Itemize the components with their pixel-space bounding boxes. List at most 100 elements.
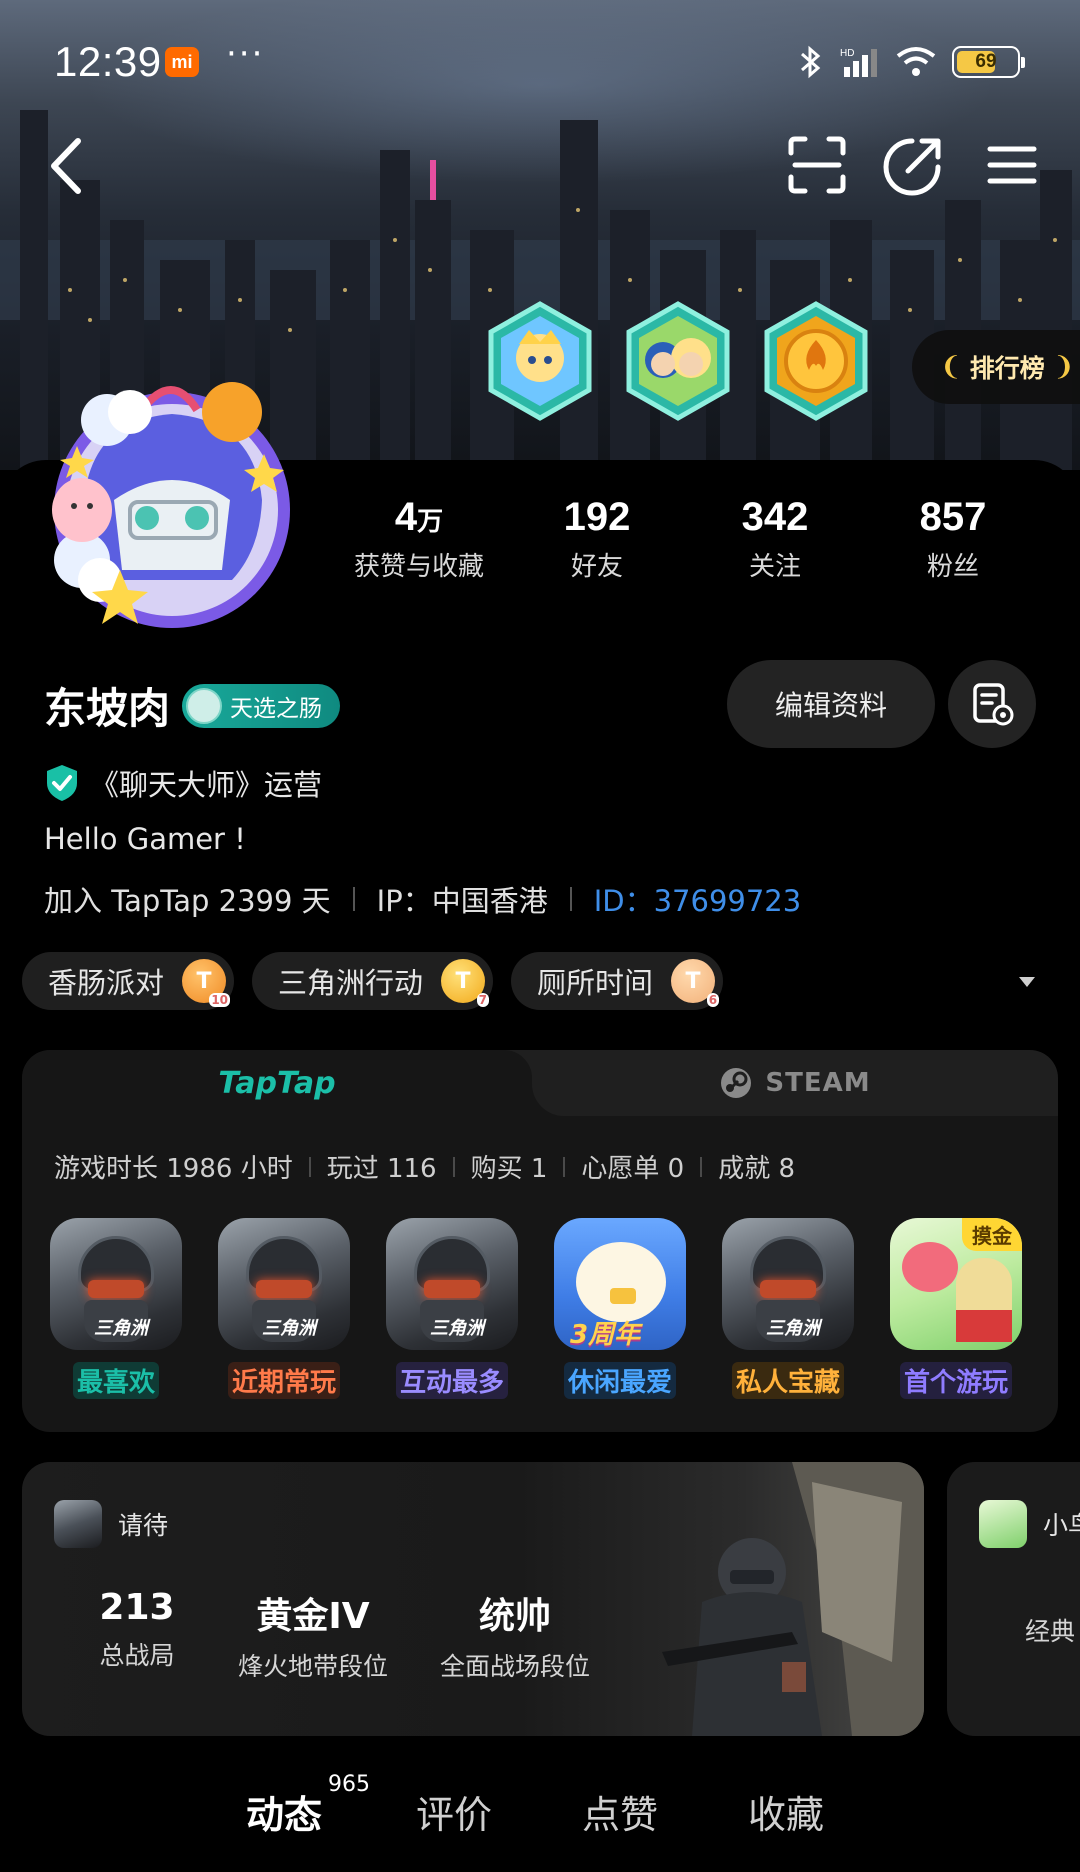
stat-likes[interactable]: 4万 获赞与收藏 [330, 495, 508, 583]
summary-wishlist[interactable]: 心愿单 0 [581, 1148, 684, 1185]
game-icon [54, 1500, 102, 1548]
game-stats-items: 213 总战局 黄金IV 烽火地带段位 统帅 全面战场段位 [62, 1587, 616, 1683]
game-stat: 213 总战局 [62, 1587, 212, 1683]
username: 东坡肉 [44, 684, 171, 733]
game-icon-logo: 三角洲 [430, 1318, 484, 1339]
verified-row: 《聊天大师》运营 [44, 762, 322, 804]
level-medal-icon: T7 [441, 959, 490, 1007]
tab-steam[interactable]: STEAM [492, 1050, 1058, 1116]
user-id[interactable]: ID：37699723 [594, 878, 802, 920]
game-icon-logo: 三角洲 [94, 1318, 148, 1339]
stat-following[interactable]: 342 关注 [686, 495, 864, 583]
carrier-badge: mi [165, 47, 199, 77]
profile-settings-button[interactable] [948, 660, 1036, 748]
laurel-right-icon: ❩ [1052, 352, 1075, 382]
stat-friends-label: 好友 [570, 552, 623, 582]
game-tag-label: 香肠派对 [48, 966, 165, 1000]
game-tag-label: 三角洲行动 [278, 966, 424, 1000]
summary-purchased[interactable]: 购买 1 [471, 1148, 548, 1185]
stat-followers[interactable]: 857 粉丝 [864, 495, 1042, 583]
avatar[interactable] [22, 350, 322, 640]
meta-row: 加入 TapTap 2399 天 IP：中国香港 ID：37699723 [44, 878, 801, 920]
divider [563, 1156, 566, 1177]
tab-posts[interactable]: 动态 965 [246, 1772, 370, 1843]
tab-reviews[interactable]: 评价 [416, 1784, 492, 1839]
stat-friends-value: 192 [563, 495, 631, 539]
game-stats-card[interactable]: 请待 213 总战局 黄金IV 烽火地带段位 统帅 全面战场段位 [22, 1462, 924, 1736]
ranking-label: 排行榜 [969, 354, 1045, 383]
featured-game-label: 休闲最爱 [563, 1362, 676, 1399]
play-summary: 游戏时长 1986 小时 玩过 116 购买 1 心愿单 0 成就 8 [54, 1148, 795, 1185]
status-bar: 12:39 mi ··· HD 69 [0, 0, 1080, 120]
tab-likes[interactable]: 点赞 [582, 1784, 658, 1839]
summary-achievements[interactable]: 成就 8 [718, 1148, 795, 1185]
divider [452, 1156, 455, 1177]
badge-duo-icon[interactable] [623, 300, 733, 422]
badge-anniversary-icon[interactable] [485, 300, 595, 422]
stat-followers-value: 857 [919, 495, 987, 539]
game-icon-text: 3周年 [570, 1320, 641, 1350]
platform-tabs: TapTap STEAM [22, 1050, 1058, 1116]
game-icon: 3周年 [554, 1218, 686, 1350]
game-icon: 摸金 [890, 1218, 1022, 1350]
featured-game[interactable]: 三角洲 最喜欢 [50, 1218, 182, 1399]
stat-likes-unit: 万 [417, 506, 444, 536]
game-icon [979, 1500, 1027, 1548]
featured-game[interactable]: 三角洲 近期常玩 [218, 1218, 350, 1399]
featured-game[interactable]: 摸金 首个游玩 [890, 1218, 1022, 1399]
soldier-artwork [662, 1462, 924, 1736]
divider [569, 887, 572, 911]
game-tag[interactable]: 厕所时间 T6 [511, 952, 724, 1010]
chevron-left-icon[interactable] [38, 131, 98, 201]
title-tag-label: 天选之肠 [230, 695, 323, 722]
game-icon: 三角洲 [386, 1218, 518, 1350]
expand-tags-icon[interactable] [1017, 975, 1037, 989]
game-stat-value: 213 [99, 1587, 175, 1628]
ranking-button[interactable]: ❨ 排行榜 ❩ [912, 330, 1080, 404]
share-icon[interactable] [882, 133, 946, 197]
featured-games: 三角洲 最喜欢 三角洲 近期常玩 三角洲 互动最多 3周年 休闲最爱 三角洲 私… [50, 1218, 1022, 1399]
stat-following-value: 342 [741, 495, 809, 539]
verified-shield-icon [47, 765, 77, 801]
game-tags: 香肠派对 T 10 三角洲行动 T7 厕所时间 T6 [22, 952, 724, 1010]
summary-playtime[interactable]: 游戏时长 1986 小时 [54, 1148, 293, 1185]
tab-posts-count: 965 [328, 1772, 371, 1797]
game-stat-label: 经典 [1025, 1617, 1076, 1646]
featured-game[interactable]: 三角洲 私人宝藏 [722, 1218, 854, 1399]
featured-game-label: 首个游玩 [899, 1362, 1012, 1399]
featured-game[interactable]: 3周年 休闲最爱 [554, 1218, 686, 1399]
summary-played[interactable]: 玩过 116 [327, 1148, 437, 1185]
edit-profile-button[interactable]: 编辑资料 [727, 660, 935, 748]
signal-icon: HD [840, 48, 877, 77]
game-icon: 三角洲 [50, 1218, 182, 1350]
game-stat-label: 全面战场段位 [439, 1652, 590, 1681]
tab-steam-label: STEAM [765, 1068, 871, 1098]
stat-friends[interactable]: 192 好友 [508, 495, 686, 583]
tab-favorites[interactable]: 收藏 [748, 1784, 824, 1839]
tab-taptap[interactable]: TapTap [22, 1050, 532, 1116]
badge-torch-icon[interactable] [761, 300, 871, 422]
game-icon-logo: 三角洲 [262, 1318, 316, 1339]
game-stats-card[interactable]: 小鸟 经典 [947, 1462, 1080, 1736]
featured-game-label: 近期常玩 [227, 1362, 340, 1399]
medal-letter: T [685, 968, 701, 994]
level-medal-icon: T6 [671, 959, 720, 1007]
featured-game[interactable]: 三角洲 互动最多 [386, 1218, 518, 1399]
featured-game-label: 最喜欢 [72, 1362, 159, 1399]
game-stat-value: 统帅 [478, 1596, 551, 1637]
menu-icon[interactable] [980, 133, 1044, 197]
featured-game-label: 互动最多 [395, 1362, 508, 1399]
scan-icon[interactable] [785, 133, 849, 197]
bio: Hello Gamer ! [44, 822, 246, 856]
stat-followers-label: 粉丝 [926, 552, 979, 582]
divider [700, 1156, 703, 1177]
divider [352, 887, 355, 911]
game-tag[interactable]: 香肠派对 T 10 [22, 952, 235, 1010]
game-tag[interactable]: 三角洲行动 T7 [252, 952, 494, 1010]
document-settings-icon [973, 683, 1014, 726]
game-stats-title: 小鸟 [1043, 1511, 1080, 1540]
medal-level: 7 [476, 993, 490, 1007]
game-library-card: TapTap STEAM 游戏时长 1986 小时 玩过 116 购买 1 心愿… [22, 1050, 1058, 1432]
more-notifications-icon: ··· [226, 34, 265, 74]
title-tag[interactable]: 天选之肠 [182, 683, 341, 728]
